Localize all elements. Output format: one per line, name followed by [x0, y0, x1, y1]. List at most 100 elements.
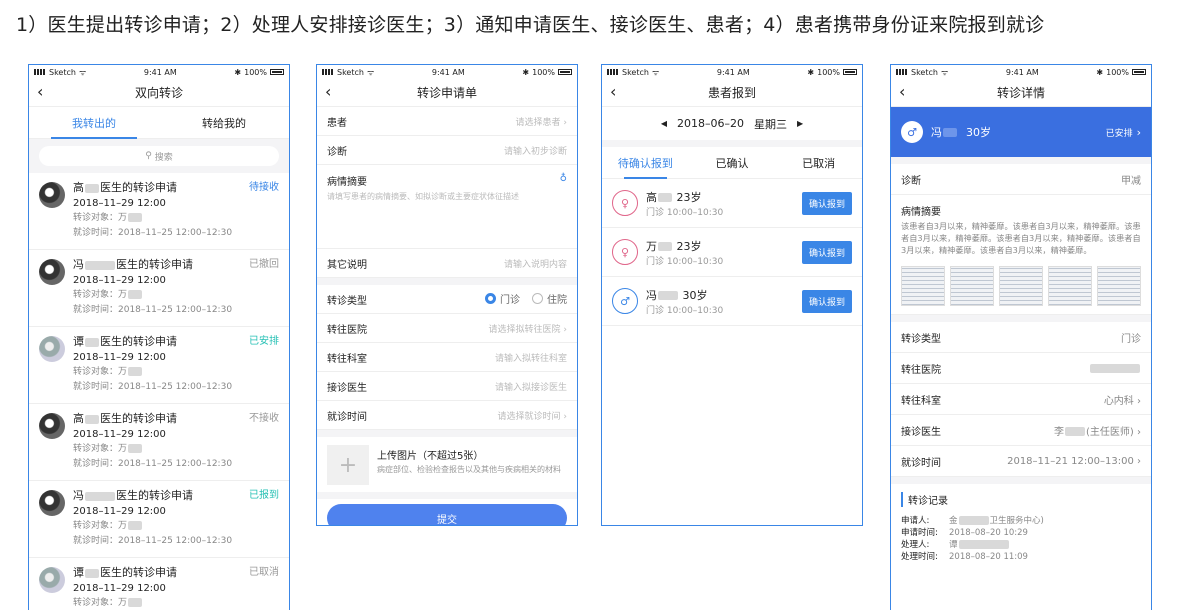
patient-header[interactable]: ♂ 冯 30岁 已安排 › [891, 107, 1151, 157]
status-bar: Sketch ᯤ 9:41 AM ✱ 100% [891, 65, 1151, 79]
field-placeholder: 请输入说明内容 [503, 259, 567, 270]
referral-record: 转诊记录 申请人: 金卫生服务中心) 申请时间: 2018–08–20 10:29 … [891, 484, 1151, 571]
field-placeholder: 请输入拟接诊医生 [494, 382, 567, 393]
female-patient-icon: ♀ [612, 239, 638, 265]
department-field[interactable]: 转往科室 请输入拟转往科室 [317, 343, 577, 372]
diagnosis-field[interactable]: 诊断 请输入初步诊断 [317, 136, 577, 165]
doctor-name: 谭 [73, 566, 84, 579]
patient-age: 23岁 [676, 239, 702, 253]
tab-outgoing[interactable]: 我转出的 [29, 107, 159, 139]
back-icon[interactable]: ‹ [610, 82, 616, 101]
visit-time: 门诊 10:00–10:30 [646, 305, 724, 316]
list-item[interactable]: 冯 医生的转诊申请 已撤回 2018–11–29 12:00 转诊对象：万 就诊时间… [29, 250, 289, 327]
battery-icon [269, 69, 284, 75]
status-bar: Sketch ᯤ 9:41 AM ✱ 100% [602, 65, 862, 79]
list-item[interactable]: 冯 医生的转诊申请 已报到 2018–11–29 12:00 转诊对象：万 就诊时间… [29, 481, 289, 558]
row-value: 门诊 [1121, 333, 1141, 345]
record-label: 处理时间: [901, 552, 938, 562]
field-placeholder: 请输入拟转往科室 [494, 353, 567, 364]
carrier-label: Sketch [337, 67, 364, 77]
tab-incoming[interactable]: 转给我的 [159, 107, 289, 138]
back-icon[interactable]: ‹ [899, 82, 905, 101]
nav-bar: ‹ 患者报到 [602, 79, 862, 107]
back-icon[interactable]: ‹ [325, 82, 331, 101]
phone-referral-detail: Sketch ᯤ 9:41 AM ✱ 100% ‹ 转诊详情 ♂ 冯 30岁 已… [890, 64, 1152, 610]
attachment-image[interactable] [999, 266, 1043, 306]
attachment-image[interactable] [901, 266, 945, 306]
next-date-icon[interactable]: ▶ [797, 119, 803, 128]
item-title: 医生的转诊申请 [116, 489, 193, 502]
signal-icon [322, 69, 334, 75]
list-item[interactable]: 高 医生的转诊申请 不接收 2018–11–29 12:00 转诊对象：万 就诊时间… [29, 404, 289, 481]
search-bar: ⚲ 搜索 [29, 139, 289, 173]
referral-tabs: 我转出的 转给我的 [29, 107, 289, 139]
search-placeholder: 搜索 [154, 152, 173, 163]
confirm-checkin-button[interactable]: 确认报到 [801, 191, 852, 215]
microphone-icon[interactable]: ♁ [560, 173, 567, 188]
visit-time-field[interactable]: 就诊时间 请选择就诊时间 › [317, 401, 577, 430]
list-item[interactable]: 谭 医生的转诊申请 已取消 2018–11–29 12:00 转诊对象：万 [29, 558, 289, 610]
visit-time-row[interactable]: 就诊时间 2018–11–21 12:00–13:00 › [891, 446, 1151, 477]
summary-text: 该患者自3月以来，精神萎靡。该患者自3月以来，精神萎靡。该患者自3月以来，精神萎… [901, 221, 1141, 255]
checkin-tabs: 待确认报到 已确认 已取消 [602, 147, 862, 179]
row-label: 转往医院 [901, 364, 941, 376]
item-time: 就诊时间：2018–11–25 12:00–12:30 [73, 536, 233, 546]
confirm-checkin-button[interactable]: 确认报到 [801, 240, 852, 264]
item-target: 转诊对象：万 [73, 521, 128, 531]
back-icon[interactable]: ‹ [37, 82, 43, 101]
status-badge: 待接收 [249, 182, 279, 193]
diagnosis-row: 诊断 甲减 [891, 164, 1151, 195]
status-bar: Sketch ᯤ 9:41 AM ✱ 100% [317, 65, 577, 79]
item-target: 转诊对象：万 [73, 290, 128, 300]
date-label: 2018–06–20 [677, 117, 744, 130]
radio-label: 门诊 [500, 295, 520, 306]
clock: 9:41 AM [143, 67, 177, 77]
list-item[interactable]: 谭 医生的转诊申请 已安排 2018–11–29 12:00 转诊对象：万 就诊时间… [29, 327, 289, 404]
signal-icon [34, 69, 46, 75]
attachment-image[interactable] [1048, 266, 1092, 306]
patient-field[interactable]: 患者 请选择患者 › [317, 107, 577, 136]
search-input[interactable]: ⚲ 搜索 [39, 146, 279, 166]
battery-label: 100% [817, 67, 840, 77]
tab-cancelled[interactable]: 已取消 [775, 147, 862, 178]
tab-pending[interactable]: 待确认报到 [602, 147, 689, 179]
prev-date-icon[interactable]: ◀ [661, 119, 667, 128]
tab-confirmed[interactable]: 已确认 [689, 147, 776, 178]
phone-patient-checkin: Sketch ᯤ 9:41 AM ✱ 100% ‹ 患者报到 ◀ 2018–06… [601, 64, 863, 526]
item-target: 转诊对象：万 [73, 213, 128, 223]
phone-referral-list: Sketch ᯤ 9:41 AM ✱ 100% ‹ 双向转诊 我转出的 转给我的… [28, 64, 290, 610]
visit-time: 门诊 10:00–10:30 [646, 256, 724, 267]
radio-outpatient[interactable]: 门诊 [485, 291, 520, 306]
avatar [39, 413, 65, 439]
add-image-button[interactable]: + [327, 445, 369, 485]
other-note-field[interactable]: 其它说明 请输入说明内容 [317, 249, 577, 278]
list-item: ♂ 冯 30岁 门诊 10:00–10:30 确认报到 [602, 277, 862, 326]
attachment-image[interactable] [950, 266, 994, 306]
attachment-image[interactable] [1097, 266, 1141, 306]
field-label: 病情摘要 [327, 177, 367, 188]
radio-checked-icon [485, 293, 496, 304]
nav-bar: ‹ 双向转诊 [29, 79, 289, 107]
list-item: ♀ 高 23岁 门诊 10:00–10:30 确认报到 [602, 179, 862, 228]
page-title: 双向转诊 [134, 86, 183, 100]
patient-name: 高 [646, 190, 657, 204]
doctor-field[interactable]: 接诊医生 请输入拟接诊医生 [317, 372, 577, 401]
item-time: 就诊时间：2018–11–25 12:00–12:30 [73, 305, 233, 315]
confirm-checkin-button[interactable]: 确认报到 [801, 289, 852, 313]
patient-name: 冯 [646, 288, 657, 302]
summary-field[interactable]: 病情摘要 ♁ 请填写患者的病情摘要、如拟诊断或主要症状体征描述 [317, 165, 577, 249]
clock: 9:41 AM [1005, 67, 1039, 77]
department-row[interactable]: 转往科室 心内科 › [891, 384, 1151, 415]
radio-inpatient[interactable]: 住院 [532, 291, 567, 306]
hospital-field[interactable]: 转往医院 请选择拟转往医院 › [317, 314, 577, 343]
patient-age: 30岁 [682, 288, 708, 302]
item-time: 就诊时间：2018–11–25 12:00–12:30 [73, 459, 233, 469]
battery-label: 100% [532, 67, 555, 77]
row-value: 甲减 [1121, 175, 1141, 187]
patient-name: 万 [646, 239, 657, 253]
doctor-row[interactable]: 接诊医生 李 (主任医师) › [891, 415, 1151, 446]
submit-button[interactable]: 提交 [327, 504, 567, 525]
upload-section: + 上传图片（不超过5张） 病症部位、检验检查报告以及其他与疾病相关的材料 [317, 437, 577, 492]
list-item[interactable]: 高 医生的转诊申请 待接收 2018–11–29 12:00 转诊对象：万 就诊时间… [29, 173, 289, 250]
field-label: 转诊类型 [327, 295, 367, 307]
